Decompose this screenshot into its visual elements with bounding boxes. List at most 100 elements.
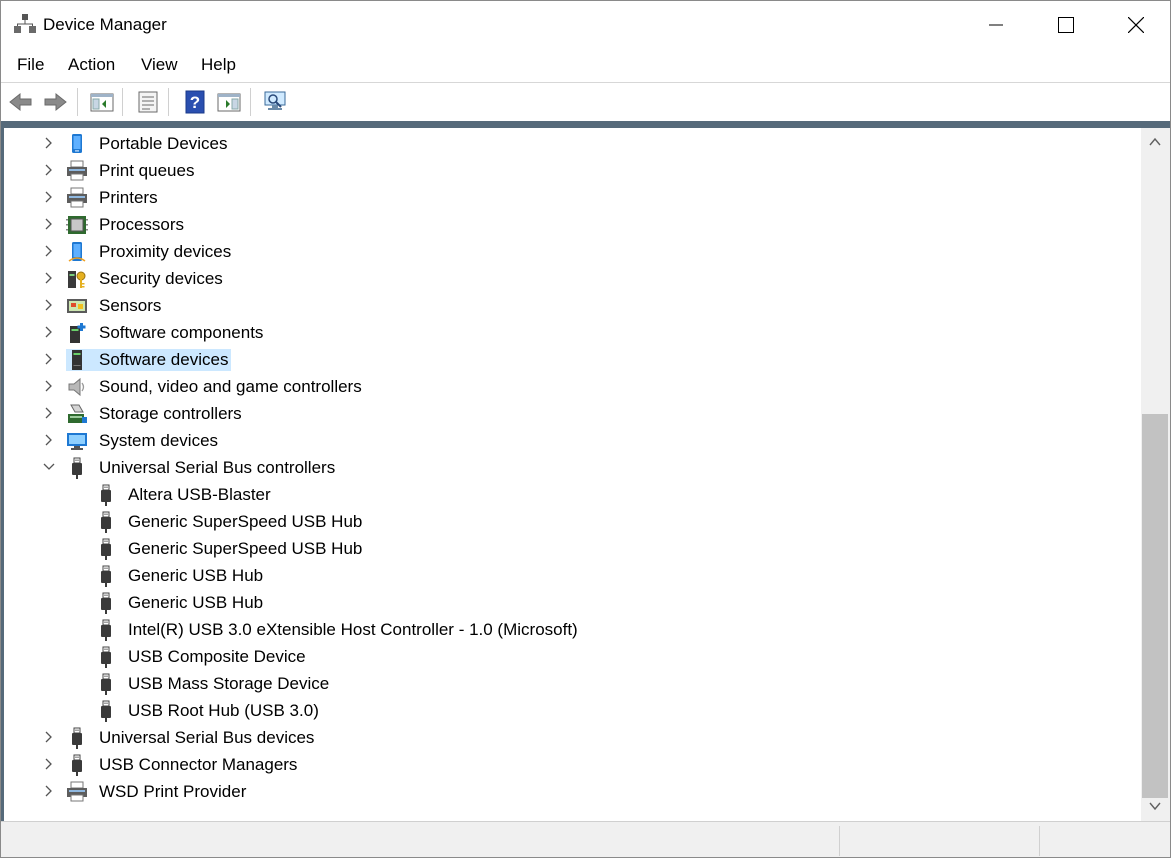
toolbar-separator [168,88,169,116]
tree-node[interactable]: WSD Print Provider [42,778,249,805]
tree-node-content[interactable]: System devices [66,430,221,452]
usb-icon [101,511,111,533]
tree-child-node[interactable]: USB Composite Device [95,643,309,670]
tree-node[interactable]: Proximity devices [42,238,234,265]
tree-node[interactable]: System devices [42,427,221,454]
tree-node[interactable]: Software components [42,319,266,346]
chevron-right-icon[interactable] [42,352,56,366]
chevron-right-icon[interactable] [42,271,56,285]
scrollbar-thumb[interactable] [1142,414,1168,798]
tree-node-content[interactable]: Sound, video and game controllers [66,376,365,398]
tree-child-label: Altera USB-Blaster [128,484,271,504]
tree-node-content[interactable]: Printers [66,187,161,209]
tree-child-node[interactable]: Generic USB Hub [95,589,266,616]
chevron-right-icon[interactable] [42,784,56,798]
tree-node-content[interactable]: Sensors [66,295,164,317]
chevron-right-icon[interactable] [42,379,56,393]
tree-node-content[interactable]: USB Connector Managers [66,754,300,776]
properties-button[interactable] [134,88,162,116]
tree-node-label: USB Connector Managers [99,754,298,774]
tree-node-content[interactable]: Storage controllers [66,403,245,425]
tree-node[interactable]: Portable Devices [42,130,231,157]
tree-child-node[interactable]: USB Root Hub (USB 3.0) [95,697,322,724]
software-device-icon [72,349,82,370]
tree-node[interactable]: Universal Serial Bus devices [42,724,317,751]
tree-node-label: Proximity devices [99,241,232,261]
chevron-right-icon[interactable] [42,325,56,339]
tree-node-content[interactable]: Print queues [66,160,197,182]
help-button[interactable]: ? [181,88,209,116]
chevron-right-icon[interactable] [42,244,56,258]
tree-node[interactable]: Software devices [42,346,232,373]
tree-child-node[interactable]: Intel(R) USB 3.0 eXtensible Host Control… [95,616,581,643]
chevron-right-icon[interactable] [42,136,56,150]
tree-node[interactable]: Security devices [42,265,226,292]
tree-node-label: Processors [99,214,185,234]
tree-node-label: Portable Devices [99,133,228,153]
tree-node[interactable]: Sound, video and game controllers [42,373,365,400]
tree-child-node[interactable]: Altera USB-Blaster [95,481,274,508]
portable-device-icon [72,133,82,153]
status-divider [1039,826,1040,856]
update-driver-button[interactable] [215,88,243,116]
show-hide-console-tree-icon [90,93,114,112]
close-icon [1128,17,1144,33]
security-icon [68,270,86,288]
tree-node-content[interactable]: WSD Print Provider [66,781,249,803]
usb-icon [101,700,111,722]
back-button[interactable] [7,88,35,116]
tree-node-content[interactable]: Portable Devices [66,133,231,155]
tree-child-label: Generic USB Hub [128,565,264,585]
tree-node-content[interactable]: Security devices [66,268,226,290]
tree-node[interactable]: USB Connector Managers [42,751,300,778]
chevron-right-icon[interactable] [42,298,56,312]
menu-help[interactable]: Help [199,55,238,75]
minimize-button[interactable] [961,1,1031,49]
chevron-right-icon[interactable] [42,433,56,447]
forward-button[interactable] [41,88,69,116]
scroll-up-icon[interactable] [1149,136,1161,148]
tree-child-node[interactable]: Generic SuperSpeed USB Hub [95,535,365,562]
tree-node[interactable]: Universal Serial Bus controllers [42,454,338,481]
tree-child-node[interactable]: USB Mass Storage Device [95,670,332,697]
tree-node-content[interactable]: Proximity devices [66,241,234,263]
chevron-down-icon[interactable] [42,460,56,474]
tree-child-node[interactable]: Generic SuperSpeed USB Hub [95,508,365,535]
forward-icon [44,92,67,112]
scan-hardware-icon [264,91,286,110]
tree-node[interactable]: Processors [42,211,187,238]
chevron-right-icon[interactable] [42,217,56,231]
menu-file[interactable]: File [15,55,46,75]
chevron-right-icon[interactable] [42,757,56,771]
tree-node-content[interactable]: Universal Serial Bus devices [66,727,317,749]
show-hide-console-tree-button[interactable] [88,88,116,116]
chevron-right-icon[interactable] [42,190,56,204]
tree-node-content[interactable]: Software devices [66,348,232,371]
chevron-right-icon[interactable] [42,406,56,420]
tree-node-label: Sound, video and game controllers [99,376,362,396]
tree-node-content[interactable]: Software components [66,322,266,344]
tree-child-label: USB Composite Device [128,646,306,666]
tree-child-node[interactable]: Generic USB Hub [95,562,266,589]
usb-icon [72,754,82,776]
tree-node-content[interactable]: Processors [66,214,187,236]
menu-action[interactable]: Action [66,55,117,75]
tree-node-label: Universal Serial Bus devices [99,727,315,747]
title-bar[interactable]: Device Manager [1,1,1170,49]
minimize-icon [989,24,1003,26]
chevron-right-icon[interactable] [42,730,56,744]
processor-icon [66,215,88,234]
device-tree[interactable]: Portable Devices Print queues Printers Proc… [4,128,1141,821]
maximize-button[interactable] [1031,1,1101,49]
scroll-down-icon[interactable] [1149,800,1161,812]
tree-node[interactable]: Print queues [42,157,197,184]
scan-hardware-button[interactable] [262,88,290,116]
tree-node[interactable]: Printers [42,184,161,211]
menu-view[interactable]: View [139,55,180,75]
vertical-scrollbar[interactable] [1141,128,1170,821]
tree-node[interactable]: Storage controllers [42,400,245,427]
chevron-right-icon[interactable] [42,163,56,177]
close-button[interactable] [1101,1,1170,49]
tree-node-content[interactable]: Universal Serial Bus controllers [66,457,338,479]
tree-node[interactable]: Sensors [42,292,164,319]
